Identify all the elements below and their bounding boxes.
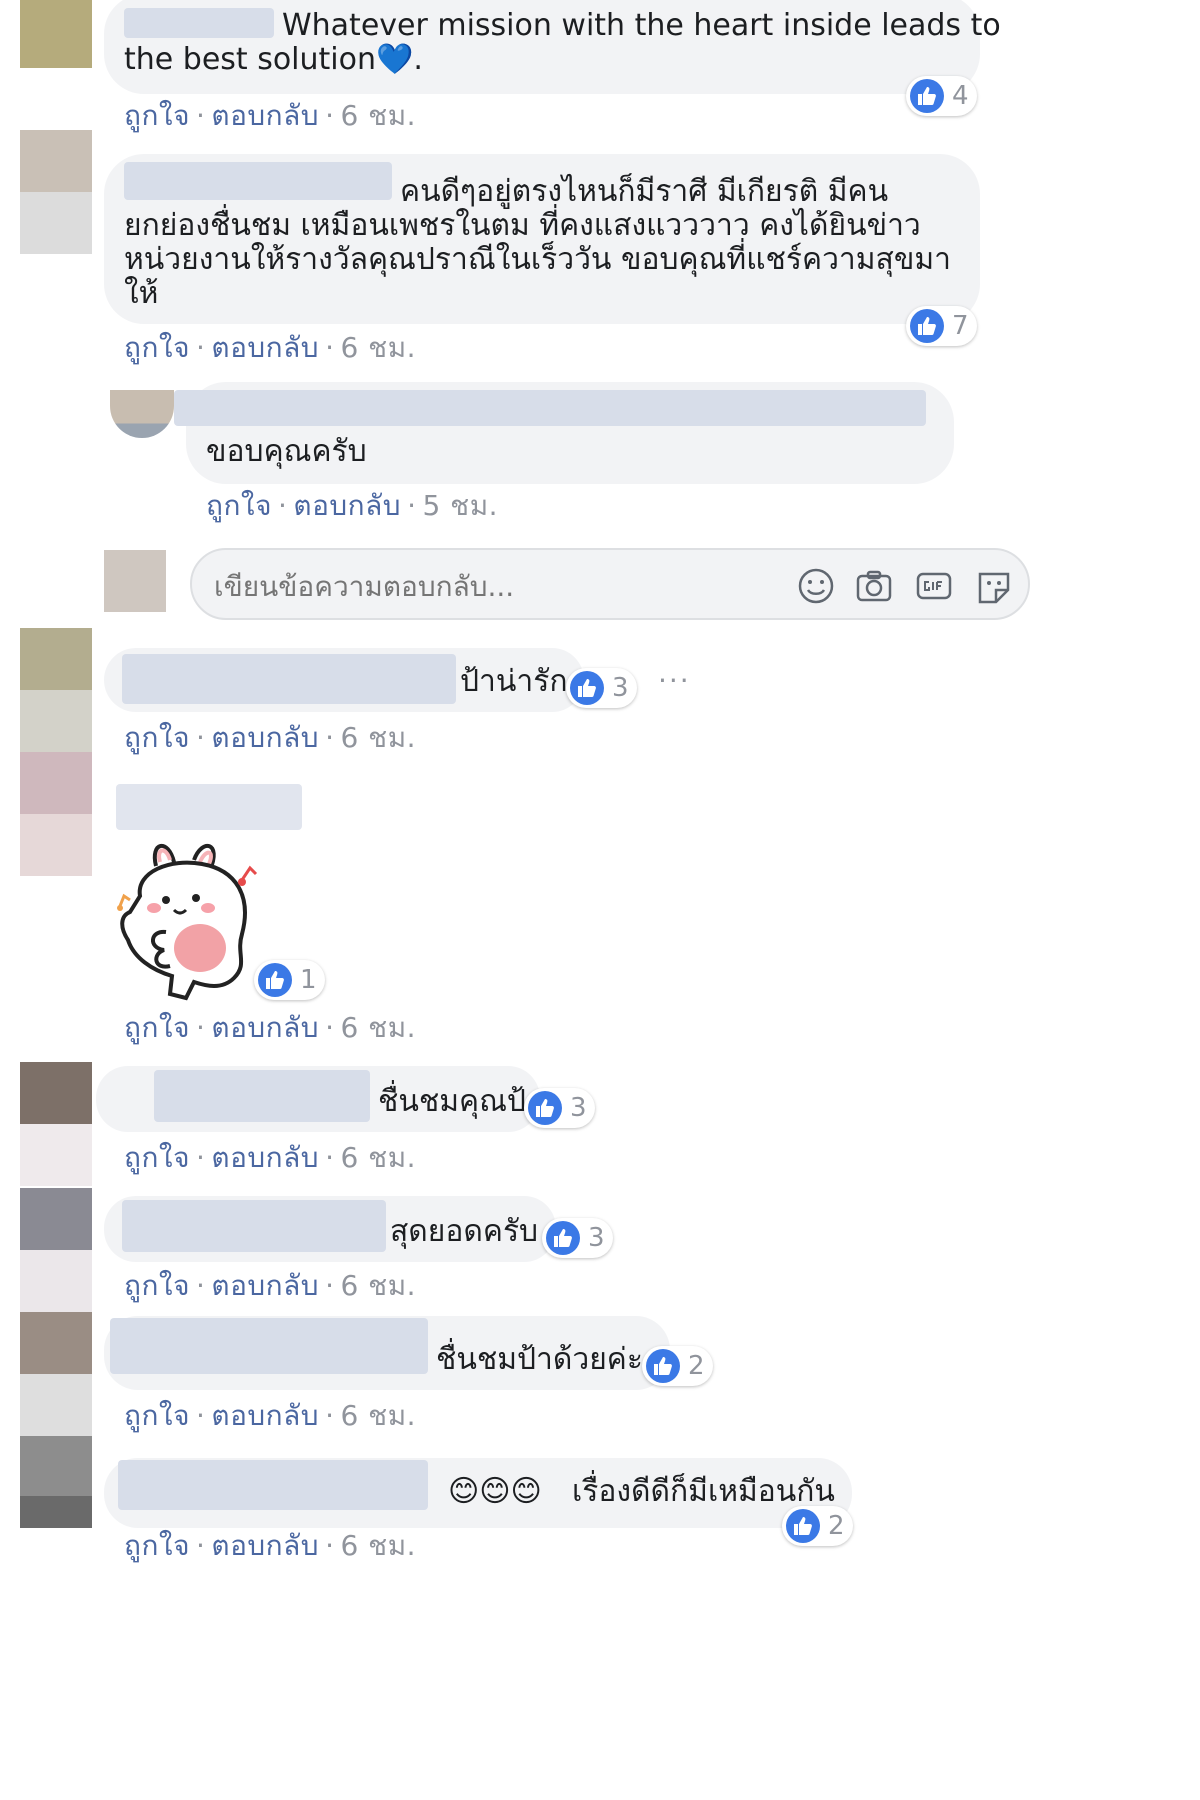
comment-bubble: สุดยอดครับ bbox=[104, 1196, 556, 1262]
blurred-author-name bbox=[174, 390, 926, 426]
timestamp[interactable]: 5 ชม. bbox=[422, 489, 498, 522]
reply-link[interactable]: ตอบกลับ bbox=[211, 1399, 319, 1432]
bunny-sticker[interactable] bbox=[110, 836, 270, 1006]
timestamp[interactable]: 6 ชม. bbox=[340, 331, 416, 364]
avatar[interactable] bbox=[20, 1188, 92, 1312]
avatar[interactable] bbox=[20, 1436, 92, 1528]
comment-emojis: 😊😊😊 bbox=[448, 1474, 542, 1509]
thumbs-up-icon bbox=[910, 309, 944, 343]
reply-link[interactable]: ตอบกลับ bbox=[293, 489, 401, 522]
comment-actions: ถูกใจ · ตอบกลับ · 6 ชม. bbox=[124, 721, 417, 754]
blurred-author-name bbox=[122, 1200, 386, 1252]
like-link[interactable]: ถูกใจ bbox=[124, 1011, 190, 1044]
comment-text: สุดยอดครับ bbox=[390, 1214, 539, 1249]
avatar[interactable] bbox=[20, 1062, 92, 1186]
like-link[interactable]: ถูกใจ bbox=[206, 489, 272, 522]
timestamp[interactable]: 6 ชม. bbox=[340, 99, 416, 132]
comment-bubble: ชื่นชมป้าด้วยค่ะ bbox=[104, 1316, 670, 1390]
comment-bubble: 😊😊😊 เรื่องดีดีก็มีเหมือนกัน bbox=[104, 1458, 852, 1528]
reply-composer bbox=[190, 548, 1030, 620]
thumbs-up-icon bbox=[646, 1349, 680, 1383]
blurred-author-name bbox=[124, 162, 392, 200]
blurred-author-name bbox=[116, 784, 302, 830]
avatar[interactable] bbox=[20, 628, 92, 752]
like-count-badge[interactable]: 7 bbox=[906, 306, 977, 346]
like-count-badge[interactable]: 2 bbox=[642, 1346, 713, 1386]
comment-actions: ถูกใจ · ตอบกลับ · 6 ชม. bbox=[124, 1269, 417, 1302]
timestamp[interactable]: 6 ชม. bbox=[340, 1269, 416, 1302]
timestamp[interactable]: 6 ชม. bbox=[340, 1011, 416, 1044]
comment-actions: ถูกใจ · ตอบกลับ · 6 ชม. bbox=[124, 1011, 417, 1044]
like-link[interactable]: ถูกใจ bbox=[124, 1141, 190, 1174]
avatar[interactable] bbox=[20, 1312, 92, 1436]
like-link[interactable]: ถูกใจ bbox=[124, 1399, 190, 1432]
avatar[interactable] bbox=[110, 390, 174, 438]
reply-link[interactable]: ตอบกลับ bbox=[211, 1529, 319, 1562]
like-count-badge[interactable]: 3 bbox=[524, 1088, 595, 1128]
blurred-author-name bbox=[122, 654, 456, 704]
my-avatar bbox=[104, 550, 166, 612]
blue-heart-icon: 💙 bbox=[376, 42, 414, 77]
reply-input[interactable] bbox=[214, 566, 774, 606]
reply-link[interactable]: ตอบกลับ bbox=[211, 721, 319, 754]
sticker-icon[interactable] bbox=[974, 566, 1014, 606]
like-link[interactable]: ถูกใจ bbox=[124, 1529, 190, 1562]
blurred-author-name bbox=[110, 1318, 428, 1374]
more-options-icon[interactable]: ··· bbox=[658, 664, 691, 697]
comment-actions: ถูกใจ · ตอบกลับ · 6 ชม. bbox=[124, 1399, 417, 1432]
comment-text: ให้ bbox=[124, 276, 159, 311]
reply-link[interactable]: ตอบกลับ bbox=[211, 1269, 319, 1302]
reply-link[interactable]: ตอบกลับ bbox=[211, 1141, 319, 1174]
comment-actions: ถูกใจ · ตอบกลับ · 6 ชม. bbox=[124, 99, 417, 132]
comment-text: ป้าน่ารัก bbox=[460, 664, 568, 699]
comment-text: เรื่องดีดีก็มีเหมือนกัน bbox=[572, 1474, 835, 1509]
comment-actions: ถูกใจ · ตอบกลับ · 6 ชม. bbox=[124, 331, 417, 364]
reply-text: ขอบคุณครับ bbox=[206, 434, 367, 469]
thumbs-up-icon bbox=[570, 671, 604, 705]
like-link[interactable]: ถูกใจ bbox=[124, 721, 190, 754]
timestamp[interactable]: 6 ชม. bbox=[340, 1399, 416, 1432]
like-link[interactable]: ถูกใจ bbox=[124, 1269, 190, 1302]
thumbs-up-icon bbox=[910, 79, 944, 113]
like-link[interactable]: ถูกใจ bbox=[124, 99, 190, 132]
reply-link[interactable]: ตอบกลับ bbox=[211, 331, 319, 364]
like-count-badge[interactable]: 3 bbox=[542, 1218, 613, 1258]
reply-bubble: ขอบคุณครับ bbox=[174, 382, 954, 484]
comment-bubble: Whatever mission with the heart inside l… bbox=[104, 0, 1001, 94]
blurred-author-name bbox=[118, 1460, 428, 1510]
reply-actions: ถูกใจ · ตอบกลับ · 5 ชม. bbox=[206, 489, 499, 522]
timestamp[interactable]: 6 ชม. bbox=[340, 1529, 416, 1562]
comment-bubble: ชื่นชมคุณป้า bbox=[96, 1066, 543, 1132]
comment-bubble: ป้าน่ารัก bbox=[104, 648, 584, 712]
comment-text: ชื่นชมป้าด้วยค่ะ bbox=[436, 1342, 643, 1377]
like-count-badge[interactable]: 3 bbox=[566, 668, 637, 708]
like-count-badge[interactable]: 1 bbox=[254, 960, 325, 1000]
avatar[interactable] bbox=[20, 130, 92, 254]
avatar[interactable] bbox=[20, 0, 92, 68]
thumbs-up-icon bbox=[258, 963, 292, 997]
reply-link[interactable]: ตอบกลับ bbox=[211, 1011, 319, 1044]
like-link[interactable]: ถูกใจ bbox=[124, 331, 190, 364]
timestamp[interactable]: 6 ชม. bbox=[340, 1141, 416, 1174]
comment-actions: ถูกใจ · ตอบกลับ · 6 ชม. bbox=[124, 1141, 417, 1174]
thumbs-up-icon bbox=[546, 1221, 580, 1255]
like-count-badge[interactable]: 4 bbox=[906, 76, 977, 116]
like-count-badge[interactable]: 2 bbox=[782, 1506, 853, 1546]
blurred-author-name bbox=[154, 1070, 370, 1122]
comment-bubble: คนดีๆอยู่ตรงไหนก็มีราศี มีเกียรติ มีคน ย… bbox=[104, 154, 980, 324]
thumbs-up-icon bbox=[786, 1509, 820, 1543]
avatar[interactable] bbox=[20, 752, 92, 876]
comment-text: ชื่นชมคุณป้า bbox=[378, 1084, 543, 1119]
camera-icon[interactable] bbox=[854, 566, 894, 606]
gif-icon[interactable] bbox=[914, 566, 954, 606]
timestamp[interactable]: 6 ชม. bbox=[340, 721, 416, 754]
emoji-icon[interactable] bbox=[796, 566, 836, 606]
comment-text: หน่วยงานให้รางวัลคุณปราณีในเร็ววัน ขอบคุ… bbox=[124, 242, 951, 277]
reply-link[interactable]: ตอบกลับ bbox=[211, 99, 319, 132]
comment-text: the best solution💙. bbox=[124, 42, 423, 77]
comment-actions: ถูกใจ · ตอบกลับ · 6 ชม. bbox=[124, 1529, 417, 1562]
thumbs-up-icon bbox=[528, 1091, 562, 1125]
blurred-author-name bbox=[124, 8, 274, 38]
